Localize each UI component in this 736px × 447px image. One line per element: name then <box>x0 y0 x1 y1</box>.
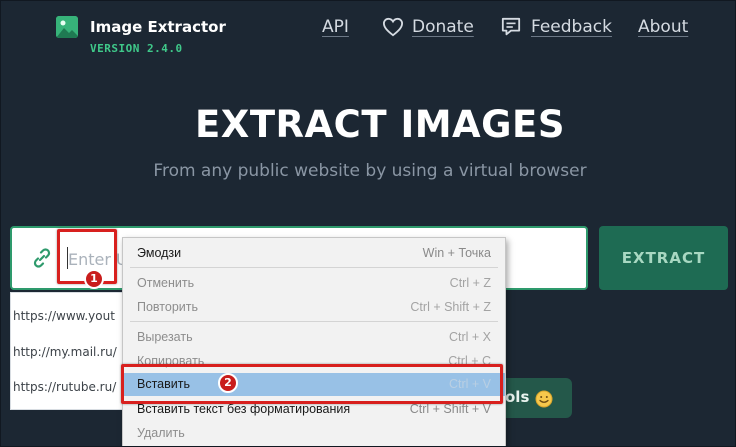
suggestion-item[interactable]: https://rutube.ru/ <box>13 380 116 394</box>
app-name[interactable]: Image Extractor <box>90 18 226 36</box>
app-logo-icon[interactable] <box>56 16 78 38</box>
annotation-box-step-2 <box>121 364 503 404</box>
nav-feedback-link[interactable]: Feedback <box>531 17 612 37</box>
menu-item-redo[interactable]: Повторить Ctrl + Shift + Z <box>123 296 505 319</box>
link-icon <box>30 246 54 274</box>
hero-title: EXTRACT IMAGES <box>195 103 565 146</box>
menu-item-delete[interactable]: Удалить <box>123 422 505 445</box>
nav-donate-link[interactable]: Donate <box>412 17 474 37</box>
app-version: VERSION 2.4.0 <box>90 42 183 55</box>
suggestion-item[interactable]: https://www.yout <box>13 309 115 323</box>
menu-divider <box>130 267 498 268</box>
annotation-badge-step-2: 2 <box>218 373 238 393</box>
hero-subtitle: From any public website by using a virtu… <box>153 161 587 181</box>
nav-api-link[interactable]: API <box>322 17 349 37</box>
menu-item-emoji[interactable]: Эмодзи Win + Точка <box>123 242 505 265</box>
annotation-badge-step-1: 1 <box>84 269 104 289</box>
smile-emoji-icon <box>535 390 553 412</box>
nav-about-link[interactable]: About <box>638 17 688 37</box>
heart-icon[interactable] <box>382 17 404 41</box>
feedback-icon[interactable] <box>500 17 522 41</box>
tools-button-label: ols <box>505 388 530 406</box>
menu-item-cut[interactable]: Вырезать Ctrl + X <box>123 326 505 349</box>
menu-divider <box>130 321 498 322</box>
extract-button[interactable]: EXTRACT <box>599 226 728 290</box>
menu-item-undo[interactable]: Отменить Ctrl + Z <box>123 272 505 295</box>
suggestion-item[interactable]: http://my.mail.ru/ <box>13 345 117 359</box>
